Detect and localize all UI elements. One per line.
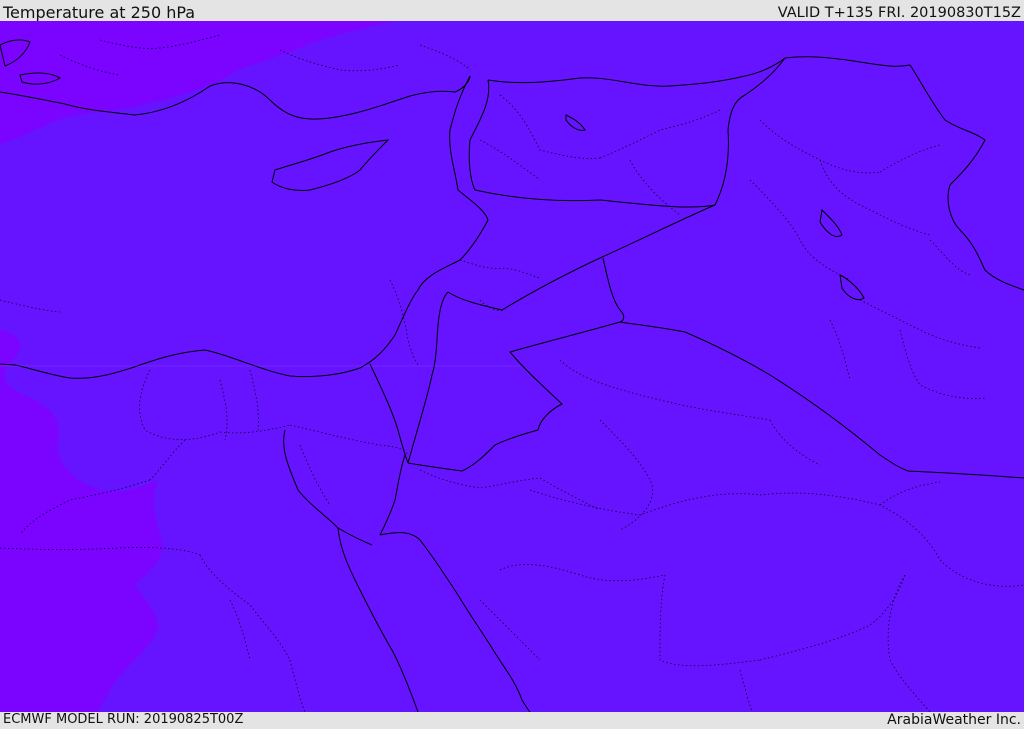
footer-bar: ECMWF MODEL RUN: 20190825T00Z ArabiaWeat…: [0, 712, 1024, 729]
valid-time-label: VALID T+135 FRI. 20190830T15Z: [777, 5, 1021, 21]
temperature-map: [0, 21, 1024, 712]
map-title: Temperature at 250 hPa: [3, 3, 196, 22]
credit-label: ArabiaWeather Inc.: [887, 712, 1021, 728]
map-frame: Temperature at 250 hPa VALID T+135 FRI. …: [0, 0, 1024, 729]
model-run-label: ECMWF MODEL RUN: 20190825T00Z: [3, 712, 244, 727]
header-bar: Temperature at 250 hPa VALID T+135 FRI. …: [0, 0, 1024, 22]
temperature-field: [0, 21, 1024, 712]
